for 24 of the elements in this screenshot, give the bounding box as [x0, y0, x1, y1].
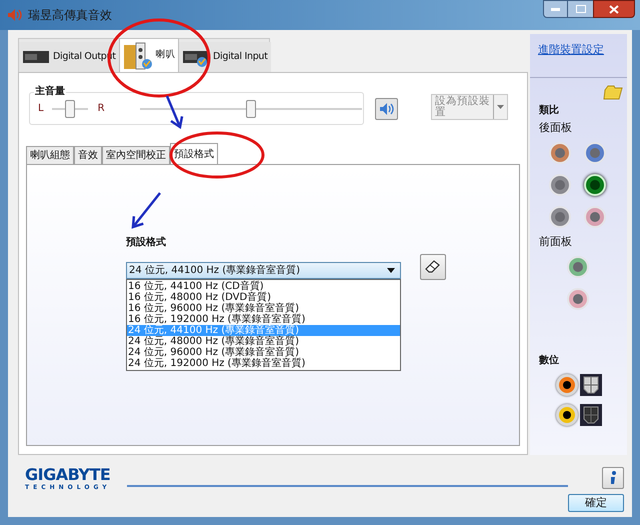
tab[interactable]: 喇叭組態: [26, 146, 74, 164]
window-title: 瑞昱高傳真音效: [28, 7, 112, 24]
device-tab[interactable]: Digital Input: [179, 42, 271, 72]
digital-title: 數位: [539, 354, 560, 368]
dropdown-option[interactable]: 16 位元, 44100 Hz (CD音質): [127, 281, 400, 292]
tab[interactable]: 音效: [74, 146, 102, 164]
format-label: 預設格式: [126, 236, 167, 250]
front-panel-title: 前面板: [539, 234, 573, 250]
dropdown-option[interactable]: 24 位元, 96000 Hz (專業錄音室音質): [127, 347, 400, 358]
balance-left-label: L: [38, 102, 44, 116]
advanced-settings-link[interactable]: 進階裝置設定: [538, 42, 627, 58]
dropdown-option[interactable]: 16 位元, 48000 Hz (DVD音質): [127, 292, 400, 303]
dropdown-option[interactable]: 24 位元, 48000 Hz (專業錄音室音質): [127, 336, 400, 347]
dropdown-option[interactable]: 16 位元, 96000 Hz (專業錄音室音質): [127, 303, 400, 314]
balance-right-label: R: [98, 102, 105, 116]
device-tab[interactable]: 喇叭: [118, 38, 180, 72]
analog-title: 類比: [539, 104, 560, 118]
tab[interactable]: 預設格式: [170, 143, 218, 164]
format-dropdown[interactable]: 24 位元, 44100 Hz (專業錄音室音質): [126, 262, 401, 279]
ok-button[interactable]: 確定: [568, 494, 624, 512]
rear-panel-title: 後面板: [539, 120, 573, 136]
tab[interactable]: 室內空間校正: [102, 146, 170, 164]
dropdown-option[interactable]: 16 位元, 192000 Hz (專業錄音室音質): [127, 314, 400, 325]
dropdown-option[interactable]: 24 位元, 192000 Hz (專業錄音室音質): [127, 358, 400, 369]
